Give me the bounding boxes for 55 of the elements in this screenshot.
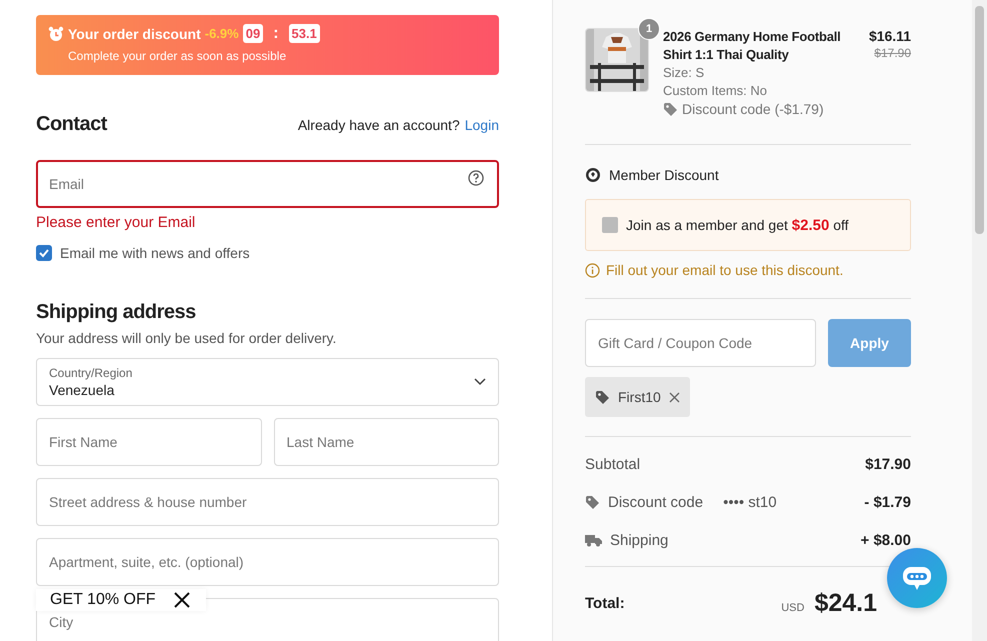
login-link[interactable]: Login (464, 116, 499, 132)
error-message: Please enter your Email (36, 214, 196, 231)
checkbox-label: Email me with news and offers (60, 245, 250, 261)
country-select[interactable]: Country/Region Venezuela (36, 358, 499, 406)
select-label: Country/Region (49, 366, 132, 380)
chevron-down-icon (474, 378, 486, 386)
section-heading: Contact (36, 113, 107, 136)
help-icon (467, 169, 485, 187)
product-title: 2026 Germany Home Football Shirt 1:1 Thai Quality (663, 28, 842, 64)
total-amount: $24.1 (814, 589, 877, 618)
section-title: Member Discount (609, 167, 719, 183)
scrollbar[interactable] (975, 6, 984, 234)
original-price: $17.90 (873, 46, 911, 60)
timer-minutes: 09 (242, 24, 264, 43)
item-discount: Discount code (-$1.79) (682, 100, 824, 118)
tag-icon (595, 390, 610, 404)
summary-label: Subtotal (585, 456, 640, 472)
summary-label: Discount code (608, 494, 704, 510)
notice-text: Fill out your email to use this discount. (606, 262, 844, 278)
checkbox[interactable] (36, 245, 52, 261)
offer-text: Join as a member and get $2.50 off (626, 216, 849, 234)
product-detail: Custom Items: No (663, 82, 768, 100)
alarm-clock-icon (48, 26, 64, 42)
checkbox[interactable] (602, 217, 618, 233)
coupon-code: First10 (618, 389, 661, 405)
summary-value: $17.90 (865, 456, 911, 472)
truck-icon (585, 534, 602, 546)
member-badge-icon (585, 167, 601, 183)
apply-button[interactable]: Apply (828, 319, 911, 367)
discount-percent: -6.9% (204, 26, 239, 41)
account-prompt: Already have an account? (298, 116, 460, 132)
banner-subtitle: Complete your order as soon as possible (68, 49, 288, 63)
close-icon[interactable] (174, 592, 190, 608)
info-icon (585, 262, 600, 278)
section-heading: Shipping address (36, 301, 197, 324)
summary-label: Shipping (610, 532, 668, 548)
banner-title: Your order discount (68, 26, 201, 42)
summary-value: - $1.79 (864, 494, 911, 510)
select-value: Venezuela (49, 382, 116, 398)
tag-icon (585, 494, 600, 510)
chat-bubble-icon (902, 565, 932, 591)
coupon-field[interactable]: Gift Card / Coupon Code (585, 319, 816, 367)
section-note: Your address will only be used for order delivery. (36, 330, 338, 346)
total-label: Total: (585, 595, 625, 612)
tag-icon (663, 102, 678, 116)
checkmark-icon (38, 247, 50, 259)
currency-code: USD (781, 602, 804, 614)
discount-code: •••• st10 (723, 494, 777, 510)
text-field[interactable]: Email (36, 160, 499, 208)
quantity-badge: 1 (638, 18, 660, 40)
product-detail: Size: S (663, 64, 706, 82)
summary-value: + $8.00 (860, 532, 911, 548)
timer-separator: : (273, 24, 279, 42)
timer-seconds: 53.1 (288, 24, 320, 43)
product-price: $16.11 (868, 28, 911, 44)
